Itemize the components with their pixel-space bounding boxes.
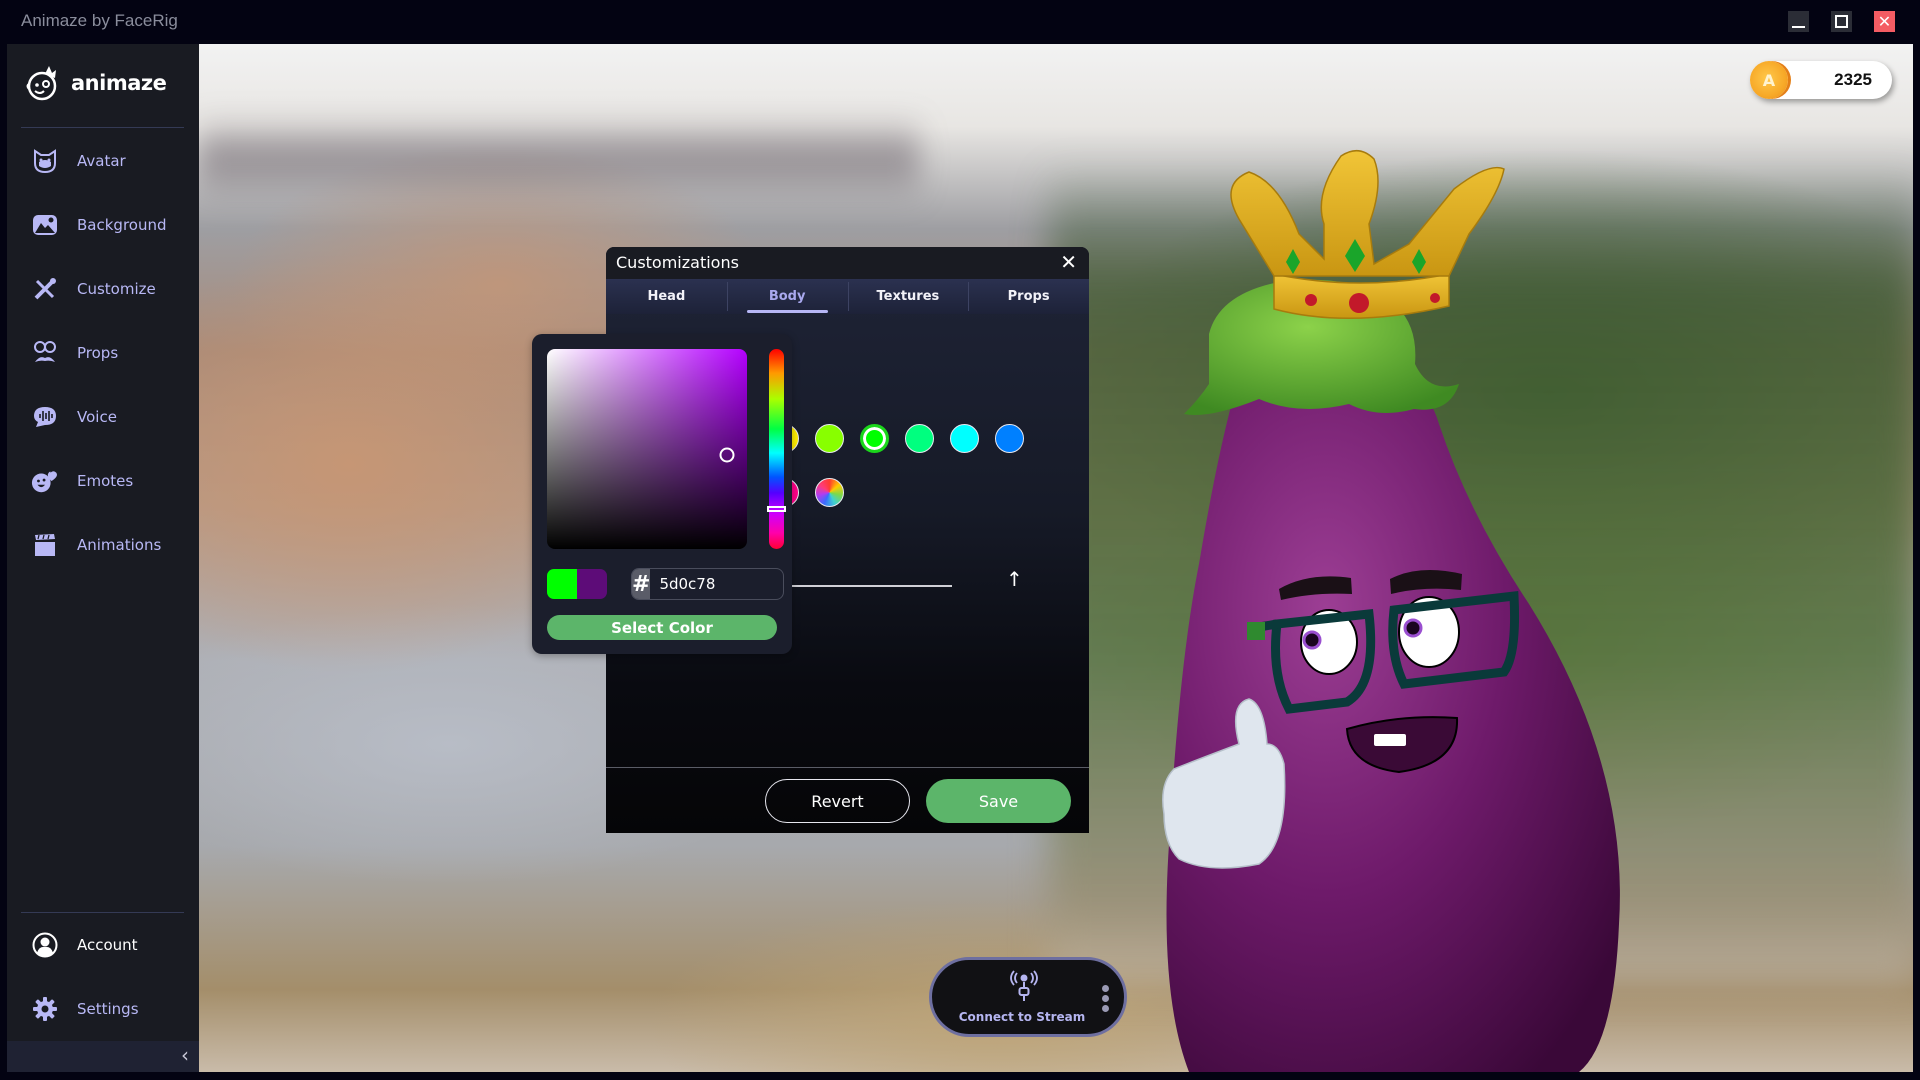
- background-icon: [31, 211, 59, 239]
- previous-color-swatch: [547, 569, 577, 599]
- connect-to-stream-label: Connect to Stream: [958, 1010, 1086, 1024]
- coin-balance[interactable]: A 2325: [1750, 61, 1892, 99]
- color-swatch[interactable]: [860, 424, 889, 453]
- coin-icon: A: [1750, 61, 1788, 99]
- color-swatch[interactable]: [995, 424, 1024, 453]
- avatar-icon: [31, 147, 59, 175]
- settings-icon: [31, 995, 59, 1023]
- sidebar-item-props[interactable]: Props: [7, 328, 199, 378]
- dialog-title: Customizations: [616, 253, 739, 272]
- coin-count: 2325: [1834, 70, 1872, 89]
- customize-icon: [31, 275, 59, 303]
- close-icon: ✕: [1877, 12, 1892, 31]
- tab-props[interactable]: Props: [968, 279, 1089, 314]
- eggplant-body: [1166, 358, 1620, 1072]
- arrow-up-icon[interactable]: ↑: [1006, 567, 1023, 591]
- more-options-icon[interactable]: [1102, 985, 1110, 1012]
- color-comparison: [547, 569, 607, 599]
- sidebar-item-label: Props: [77, 344, 119, 362]
- tab-body[interactable]: Body: [726, 279, 848, 314]
- emotes-icon: [31, 467, 59, 495]
- logo-text: animaze: [71, 71, 167, 95]
- hex-input-field[interactable]: #: [631, 568, 784, 600]
- sidebar-item-label: Customize: [77, 280, 156, 298]
- sidebar: animaze Avatar Background Customize Prop…: [7, 44, 199, 1072]
- crown-gem: [1430, 293, 1440, 303]
- current-color-swatch: [577, 569, 607, 599]
- revert-button[interactable]: Revert: [765, 779, 910, 823]
- close-dialog-button[interactable]: ✕: [1060, 250, 1077, 274]
- sidebar-item-background[interactable]: Background: [7, 200, 199, 250]
- close-window-button[interactable]: ✕: [1874, 11, 1895, 32]
- tab-textures[interactable]: Textures: [847, 279, 969, 314]
- sidebar-item-label: Animations: [77, 536, 162, 554]
- dialog-header: Customizations ✕: [606, 247, 1089, 279]
- hue-slider-handle[interactable]: [767, 506, 786, 512]
- sidebar-item-label: Settings: [77, 1000, 139, 1018]
- crown-gem: [1349, 293, 1369, 313]
- select-color-button[interactable]: Select Color: [547, 615, 777, 640]
- sidebar-item-label: Emotes: [77, 472, 134, 490]
- window-title: Animaze by FaceRig: [21, 11, 178, 30]
- sidebar-item-label: Voice: [77, 408, 117, 426]
- color-swatch[interactable]: [815, 424, 844, 453]
- saturation-value-area[interactable]: [547, 349, 747, 549]
- title-bar: Animaze by FaceRig ✕: [0, 0, 1920, 44]
- tab-head[interactable]: Head: [606, 279, 727, 314]
- animaze-logo: animaze: [23, 64, 167, 102]
- maximize-icon: [1835, 15, 1848, 28]
- voice-icon: [31, 403, 59, 431]
- connect-to-stream-button[interactable]: Connect to Stream: [929, 957, 1127, 1037]
- custom-color-swatch[interactable]: [815, 478, 844, 507]
- sidebar-item-account[interactable]: Account: [7, 920, 199, 970]
- sidebar-item-label: Background: [77, 216, 167, 234]
- sidebar-divider: [21, 127, 184, 128]
- sidebar-item-voice[interactable]: Voice: [7, 392, 199, 442]
- sidebar-item-animations[interactable]: Animations: [7, 520, 199, 570]
- hash-icon: #: [632, 569, 651, 599]
- sidebar-collapse-button[interactable]: ‹: [7, 1041, 199, 1072]
- maximize-button[interactable]: [1831, 11, 1852, 32]
- sidebar-item-label: Avatar: [77, 152, 126, 170]
- sidebar-item-settings[interactable]: Settings: [7, 984, 199, 1034]
- chevron-left-icon: ‹: [181, 1043, 189, 1067]
- props-icon: [31, 339, 59, 367]
- color-picker: # Select Color: [532, 334, 792, 654]
- animations-icon: [31, 531, 59, 559]
- minimize-button[interactable]: [1788, 11, 1809, 32]
- minimize-icon: [1792, 25, 1805, 28]
- sidebar-divider: [21, 912, 184, 913]
- color-swatch[interactable]: [905, 424, 934, 453]
- sidebar-item-customize[interactable]: Customize: [7, 264, 199, 314]
- account-icon: [31, 931, 59, 959]
- color-swatch[interactable]: [950, 424, 979, 453]
- sidebar-item-emotes[interactable]: Emotes: [7, 456, 199, 506]
- dialog-divider: [606, 767, 1089, 768]
- dialog-tabs: Head Body Textures Props: [606, 279, 1089, 314]
- sidebar-item-avatar[interactable]: Avatar: [7, 136, 199, 186]
- hue-slider[interactable]: [767, 349, 786, 549]
- sidebar-item-label: Account: [77, 936, 138, 954]
- crown-gem: [1305, 294, 1317, 306]
- animaze-mascot-icon: [26, 66, 57, 101]
- hex-input[interactable]: [650, 569, 783, 599]
- broadcast-plug-icon: [1010, 970, 1038, 1001]
- save-button[interactable]: Save: [926, 779, 1071, 823]
- saturation-value-handle[interactable]: [719, 447, 735, 463]
